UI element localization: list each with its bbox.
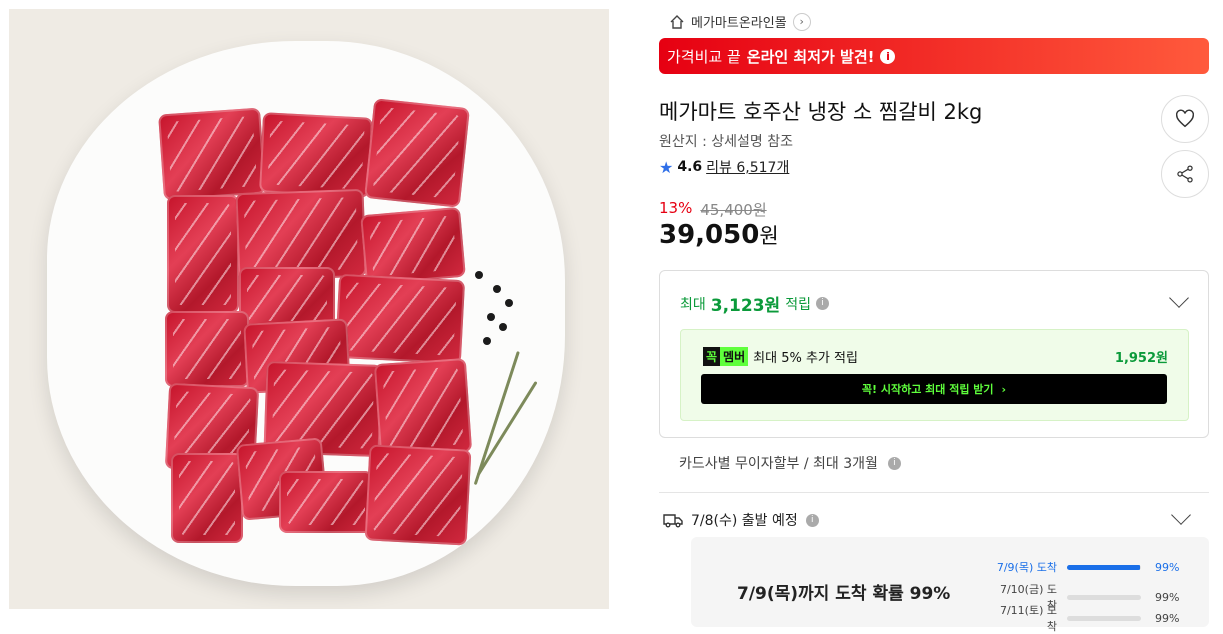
rewards-prefix: 최대 — [680, 296, 706, 313]
chevron-down-icon[interactable] — [1169, 288, 1189, 308]
installment-info: 카드사별 무이자할부 / 최대 3개월 i — [679, 453, 901, 473]
sale-price-value: 39,050 — [659, 220, 760, 250]
peppercorn — [505, 299, 513, 307]
peppercorn — [475, 271, 483, 279]
share-icon — [1177, 165, 1193, 183]
shipping-label: 7/8(수) 출발 예정 — [691, 513, 798, 529]
discount-info: 13% 45,400원 — [659, 199, 767, 220]
truck-icon — [663, 514, 683, 528]
peppercorn — [483, 337, 491, 345]
membership-badge-b: 멤버 — [720, 347, 749, 366]
product-info-panel: 메가마트온라인몰 › 가격비교 끝 온라인 최저가 발견! i 메가마트 호주산… — [659, 0, 1211, 633]
discount-rate: 13% — [659, 199, 693, 217]
meat-piece — [258, 112, 374, 198]
info-icon[interactable]: i — [805, 513, 819, 527]
membership-text: 최대 5% 추가 적립 — [753, 351, 858, 366]
banner-prefix: 가격비교 끝 — [667, 47, 741, 66]
product-image[interactable] — [9, 9, 609, 609]
star-icon: ★ — [659, 157, 674, 177]
rating-summary[interactable]: ★ 4.6 리뷰 6,517개 — [659, 157, 789, 177]
delivery-pct: 99% — [1155, 611, 1180, 625]
delivery-probability: 7/9(목)까지 도착 확률 99% — [737, 584, 951, 604]
divider — [659, 492, 1209, 493]
chevron-down-icon[interactable] — [1171, 505, 1191, 525]
info-icon[interactable]: i — [887, 456, 901, 470]
rewards-amount: 3,123원 — [710, 296, 781, 316]
delivery-pct: 99% — [1155, 560, 1180, 574]
meat-piece — [165, 311, 249, 387]
membership-box: 꼭 멤버 최대 5% 추가 적립 1,952원 꼭! 시작하고 최대 적립 받기… — [680, 329, 1189, 421]
meat-piece — [158, 107, 266, 201]
delivery-bar — [1067, 594, 1141, 600]
delivery-row: 7/9(목) 도착 99% — [991, 559, 1180, 575]
chevron-right-icon: › — [1001, 382, 1007, 396]
shipping-summary[interactable]: 7/8(수) 출발 예정 i — [663, 510, 819, 530]
review-link[interactable]: 리뷰 6,517개 — [706, 157, 789, 177]
delivery-row: 7/11(토) 도착 99% — [991, 602, 1179, 634]
meat-piece — [334, 273, 466, 365]
peppercorn — [493, 285, 501, 293]
delivery-bar-fill — [1067, 564, 1141, 570]
meat-piece — [364, 444, 472, 546]
rating-score: 4.6 — [677, 159, 703, 175]
sale-price: 39,050원 — [659, 220, 779, 250]
home-icon — [670, 14, 684, 29]
meat-piece — [364, 98, 470, 208]
breadcrumb-label[interactable]: 메가마트온라인몰 — [691, 12, 787, 31]
currency: 원 — [759, 224, 779, 248]
meat-piece — [279, 471, 373, 533]
chevron-right-icon[interactable]: › — [792, 12, 811, 31]
meat-piece — [171, 453, 243, 543]
peppercorn — [499, 323, 507, 331]
membership-button-label: 꼭! 시작하고 최대 적립 받기 — [861, 383, 994, 396]
wishlist-button[interactable] — [1161, 95, 1209, 143]
lowest-price-banner[interactable]: 가격비교 끝 온라인 최저가 발견! i — [659, 38, 1209, 74]
delivery-probability-box: 7/9(목)까지 도착 확률 99% 7/9(목) 도착 99% 7/10(금)… — [691, 537, 1209, 633]
thyme-sprig — [476, 381, 538, 476]
product-origin: 원산지 : 상세설명 참조 — [659, 134, 793, 150]
membership-amount: 1,952원 — [1114, 351, 1168, 366]
meat-piece — [373, 357, 473, 459]
meat-piece — [360, 206, 466, 286]
rewards-card: 최대 3,123원 적립 i 꼭 멤버 최대 5% 추가 적립 1,952원 꼭… — [659, 270, 1209, 438]
info-icon[interactable]: i — [815, 297, 829, 310]
breadcrumb[interactable]: 메가마트온라인몰 › — [669, 12, 811, 31]
delivery-bar — [1067, 564, 1141, 570]
delivery-date: 7/9(목) 도착 — [996, 561, 1057, 574]
rewards-summary[interactable]: 최대 3,123원 적립 i — [680, 291, 829, 316]
membership-line: 꼭 멤버 최대 5% 추가 적립 — [703, 347, 858, 366]
installment-text: 카드사별 무이자할부 / 최대 3개월 — [679, 456, 878, 472]
product-title: 메가마트 호주산 냉장 소 찜갈비 2kg — [659, 100, 983, 124]
plate — [47, 41, 565, 586]
delivery-date: 7/11(토) 도착 — [999, 604, 1057, 633]
meat-piece — [167, 195, 239, 313]
original-price: 45,400원 — [700, 201, 767, 219]
share-button[interactable] — [1161, 150, 1209, 198]
heart-icon — [1175, 109, 1195, 128]
membership-badge-a: 꼭 — [703, 347, 721, 366]
info-icon[interactable]: i — [880, 48, 896, 64]
banner-highlight: 온라인 최저가 발견! — [746, 47, 875, 66]
rewards-suffix: 적립 — [785, 296, 811, 313]
peppercorn — [487, 313, 495, 321]
membership-start-button[interactable]: 꼭! 시작하고 최대 적립 받기 › — [701, 374, 1167, 404]
